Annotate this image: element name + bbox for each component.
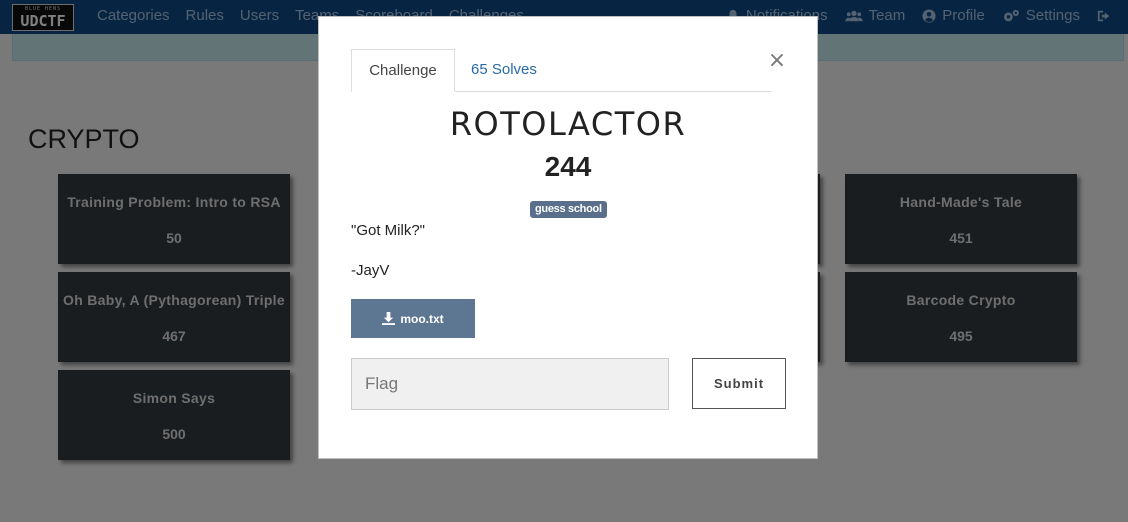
tab-challenge[interactable]: Challenge xyxy=(351,49,455,92)
download-icon xyxy=(382,312,396,325)
tab-solves[interactable]: 65 Solves xyxy=(455,49,553,92)
challenge-name: ROTOLACTOR xyxy=(449,105,687,143)
challenge-tag: guess school xyxy=(530,201,607,218)
submit-button[interactable]: Submit xyxy=(692,358,786,409)
description-line: -JayV xyxy=(351,262,390,279)
modal-tabs: Challenge 65 Solves xyxy=(351,49,771,92)
challenge-modal: Challenge 65 Solves × ROTOLACTOR 244 gue… xyxy=(318,16,818,459)
challenge-value: 244 xyxy=(544,151,592,182)
file-download-button[interactable]: moo.txt xyxy=(351,299,475,338)
description-line: "Got Milk?" xyxy=(351,222,425,239)
flag-input[interactable]: Flag xyxy=(351,358,669,410)
file-name: moo.txt xyxy=(400,311,444,326)
close-button[interactable]: × xyxy=(767,49,787,73)
